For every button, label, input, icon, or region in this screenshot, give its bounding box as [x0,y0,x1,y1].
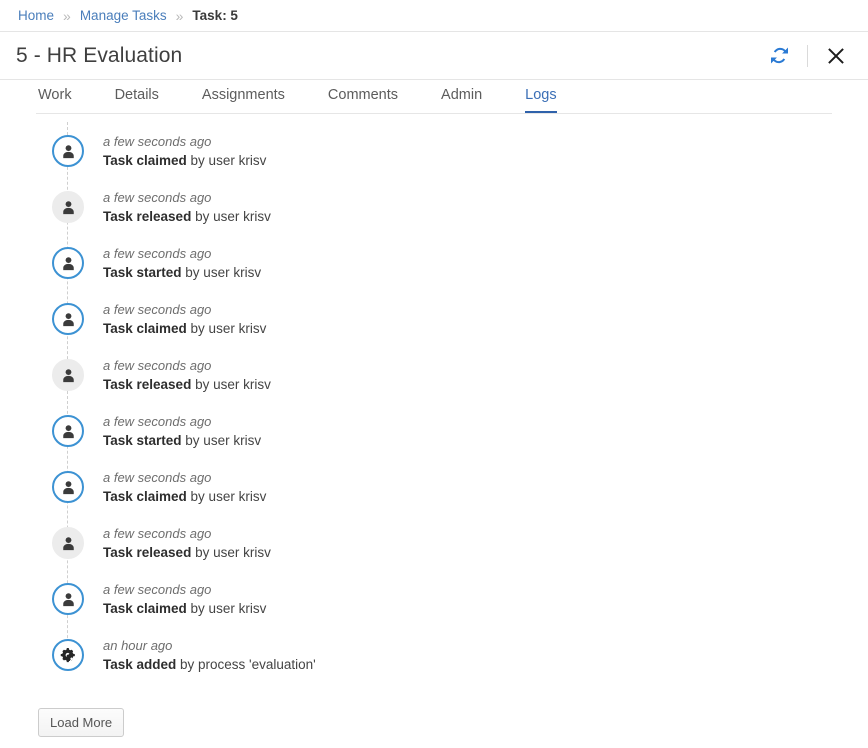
log-entry-actor: by user krisv [187,601,267,616]
tab-logs[interactable]: Logs [525,88,556,115]
tab-details[interactable]: Details [115,88,159,115]
breadcrumb: Home » Manage Tasks » Task: 5 [0,0,868,32]
log-entry-actor: by user krisv [187,489,267,504]
log-entry-body: a few seconds ago Task released by user k… [103,524,271,562]
log-entry-description: Task released by user krisv [103,376,271,394]
log-entry-event: Task started [103,433,182,448]
user-icon [52,135,84,167]
log-entry-time: a few seconds ago [103,245,261,262]
log-entry: a few seconds ago Task released by user k… [0,188,868,244]
log-entry: a few seconds ago Task released by user k… [0,524,868,580]
log-entry-description: Task claimed by user krisv [103,320,266,338]
log-entry: a few seconds ago Task released by user k… [0,356,868,412]
log-entry-actor: by process 'evaluation' [176,657,315,672]
log-entry-event: Task released [103,377,191,392]
log-entry: an hour ago Task added by process 'evalua… [0,636,868,692]
log-entry: a few seconds ago Task claimed by user kr… [0,300,868,356]
refresh-icon[interactable] [765,42,793,70]
log-entry-event: Task added [103,657,176,672]
log-entry-description: Task released by user krisv [103,208,271,226]
log-entry-event: Task released [103,209,191,224]
user-icon [52,471,84,503]
log-entry-actor: by user krisv [187,153,267,168]
log-entry-event: Task claimed [103,489,187,504]
log-entry-time: an hour ago [103,637,316,654]
log-entry-time: a few seconds ago [103,581,266,598]
header-actions [765,42,848,70]
log-entry-body: a few seconds ago Task claimed by user kr… [103,580,266,618]
log-entry: a few seconds ago Task started by user kr… [0,412,868,468]
log-entry-actor: by user krisv [187,321,267,336]
log-entry: a few seconds ago Task claimed by user kr… [0,468,868,524]
log-entry-body: a few seconds ago Task claimed by user kr… [103,132,266,170]
log-entry-time: a few seconds ago [103,133,266,150]
log-entry-time: a few seconds ago [103,469,266,486]
log-entry-actor: by user krisv [182,433,262,448]
log-entry: a few seconds ago Task claimed by user kr… [0,580,868,636]
user-icon [52,527,84,559]
task-header: 5 - HR Evaluation [0,32,868,80]
log-entry: a few seconds ago Task claimed by user kr… [0,132,868,188]
tab-assignments[interactable]: Assignments [202,88,285,115]
log-entry-description: Task released by user krisv [103,544,271,562]
log-entry-description: Task claimed by user krisv [103,152,266,170]
user-icon [52,359,84,391]
log-entry-body: a few seconds ago Task claimed by user kr… [103,468,266,506]
tab-comments[interactable]: Comments [328,88,398,115]
log-entry-event: Task claimed [103,321,187,336]
log-entry-body: a few seconds ago Task released by user k… [103,356,271,394]
log-entry-body: an hour ago Task added by process 'evalua… [103,636,316,674]
breadcrumb-item-1[interactable]: Home [18,8,54,23]
load-more-row: Load More [0,702,868,737]
log-entry-actor: by user krisv [182,265,262,280]
log-entry-body: a few seconds ago Task released by user k… [103,188,271,226]
log-entry-description: Task added by process 'evaluation' [103,656,316,674]
log-entry-time: a few seconds ago [103,189,271,206]
action-divider [807,45,808,67]
log-entry-time: a few seconds ago [103,301,266,318]
log-entry-body: a few seconds ago Task started by user kr… [103,412,261,450]
log-entry-event: Task started [103,265,182,280]
log-entry-body: a few seconds ago Task started by user kr… [103,244,261,282]
log-entry-description: Task claimed by user krisv [103,488,266,506]
log-entry-event: Task claimed [103,601,187,616]
cogs-icon [52,639,84,671]
user-icon [52,415,84,447]
close-icon[interactable] [824,44,848,68]
tab-admin[interactable]: Admin [441,88,482,115]
breadcrumb-item-3: Task: 5 [192,8,238,23]
log-entry-description: Task started by user krisv [103,432,261,450]
user-icon [52,583,84,615]
user-icon [52,303,84,335]
load-more-button[interactable]: Load More [38,708,124,737]
log-entry-time: a few seconds ago [103,525,271,542]
tab-bar: Work Details Assignments Comments Admin Logs [0,80,868,114]
log-entry-time: a few seconds ago [103,413,261,430]
log-entry-event: Task released [103,545,191,560]
log-entry-actor: by user krisv [191,377,271,392]
logs-timeline: a few seconds ago Task claimed by user kr… [0,114,868,702]
breadcrumb-separator: » [63,8,71,24]
log-entry-event: Task claimed [103,153,187,168]
user-icon [52,191,84,223]
log-entry-description: Task started by user krisv [103,264,261,282]
log-entry: a few seconds ago Task started by user kr… [0,244,868,300]
tab-work[interactable]: Work [38,88,72,115]
log-entry-description: Task claimed by user krisv [103,600,266,618]
breadcrumb-separator: » [176,8,184,24]
user-icon [52,247,84,279]
page-title: 5 - HR Evaluation [16,44,765,68]
breadcrumb-item-2[interactable]: Manage Tasks [80,8,167,23]
log-entry-body: a few seconds ago Task claimed by user kr… [103,300,266,338]
log-entry-actor: by user krisv [191,545,271,560]
log-entry-actor: by user krisv [191,209,271,224]
log-entry-time: a few seconds ago [103,357,271,374]
